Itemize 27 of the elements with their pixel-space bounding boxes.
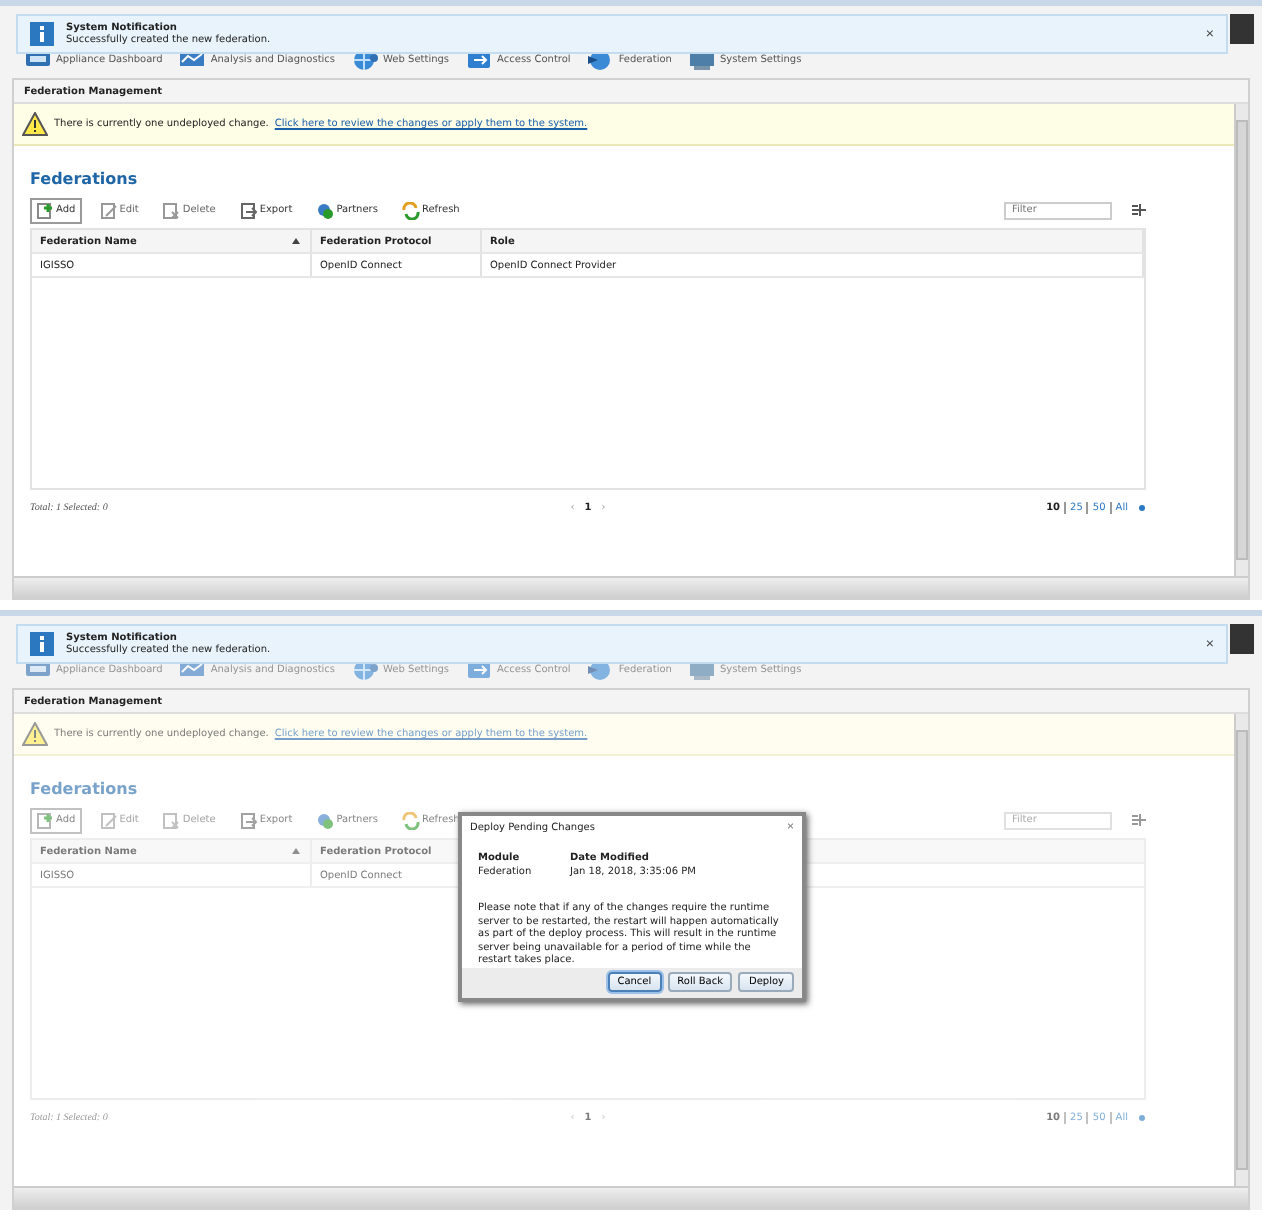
dot-icon <box>1138 1114 1146 1122</box>
toolbar-icon <box>316 201 335 219</box>
scrollbar[interactable] <box>1234 714 1248 1186</box>
toolbar-icon <box>239 201 258 219</box>
info-icon <box>30 632 54 656</box>
filter-options-icon[interactable] <box>1132 204 1146 216</box>
toolbar-icon <box>162 811 181 829</box>
toolbar-icon <box>401 811 420 829</box>
warning-icon <box>22 722 48 746</box>
sort-icon <box>292 848 300 854</box>
dot-icon <box>1138 504 1146 512</box>
toolbar-icon <box>401 201 420 219</box>
toolbar-icon <box>99 201 118 219</box>
toolbar-icon <box>239 811 258 829</box>
info-icon <box>30 22 54 46</box>
warning-icon <box>22 112 48 136</box>
toolbar-icon <box>36 201 54 219</box>
sort-icon <box>292 238 300 244</box>
section-title: Federations <box>30 780 140 798</box>
toolbar-icon <box>99 811 118 829</box>
toolbar-icon <box>316 811 335 829</box>
section-title: Federations <box>30 170 140 188</box>
toolbar-icon <box>162 201 181 219</box>
toolbar-icon <box>36 811 54 829</box>
header-tile <box>1230 624 1254 654</box>
header-tile <box>1230 14 1254 44</box>
scrollbar[interactable] <box>1234 104 1248 576</box>
